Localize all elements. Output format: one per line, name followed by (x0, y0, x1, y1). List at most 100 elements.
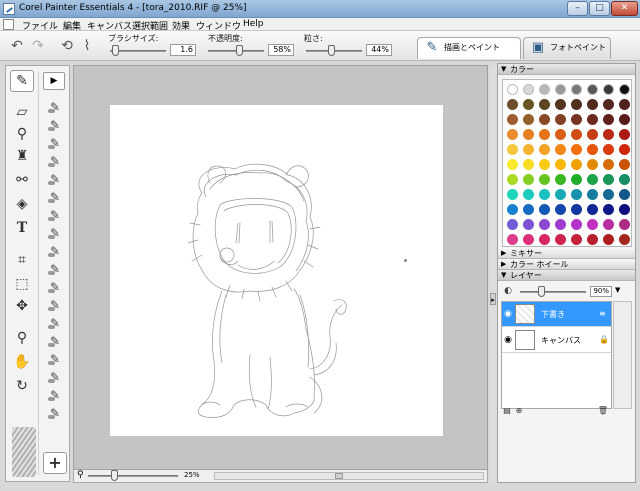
color-swatch[interactable] (555, 234, 566, 245)
color-swatch-grid[interactable] (502, 79, 632, 247)
color-swatch[interactable] (523, 159, 534, 170)
color-swatch[interactable] (507, 159, 518, 170)
opacity-thumb[interactable] (236, 45, 243, 56)
layer-opacity-thumb[interactable] (538, 286, 545, 297)
color-swatch[interactable] (603, 129, 614, 140)
color-swatch[interactable] (539, 204, 550, 215)
color-swatch[interactable] (603, 99, 614, 110)
color-swatch[interactable] (555, 99, 566, 110)
color-swatch[interactable] (539, 129, 550, 140)
color-swatch[interactable] (571, 159, 582, 170)
color-swatch[interactable] (523, 174, 534, 185)
color-swatch[interactable] (619, 174, 630, 185)
brush-variant-1[interactable]: ✎ (46, 100, 64, 114)
opacity-field[interactable]: 58% (268, 44, 294, 56)
crop-tool-icon[interactable]: ⌗ (11, 250, 33, 270)
brush-variant-6[interactable]: ✎ (46, 190, 64, 204)
paint-bucket-icon[interactable]: ◈ (11, 194, 33, 214)
color-swatch[interactable] (555, 129, 566, 140)
color-swatch[interactable] (587, 234, 598, 245)
color-swatch[interactable] (523, 99, 534, 110)
color-swatch[interactable] (555, 189, 566, 200)
color-swatch[interactable] (539, 114, 550, 125)
stamp-tool-icon[interactable]: ♜ (11, 146, 33, 166)
horizontal-scroll-thumb[interactable] (335, 473, 343, 479)
reset-brush-icon[interactable]: ⟲ (58, 37, 76, 55)
color-swatch[interactable] (571, 204, 582, 215)
redo-icon[interactable]: ↷ (29, 37, 47, 55)
color-swatch[interactable] (555, 84, 566, 95)
add-brush-button[interactable]: + (43, 452, 67, 474)
document-icon[interactable] (3, 19, 14, 30)
color-swatch[interactable] (603, 174, 614, 185)
brush-variant-16[interactable]: ✎ (46, 370, 64, 384)
zoom-thumb[interactable] (111, 470, 118, 481)
brush-variant-9[interactable]: ✎ (46, 244, 64, 258)
magnifier-icon[interactable]: ⚲ (11, 328, 33, 348)
color-swatch[interactable] (587, 174, 598, 185)
color-swatch[interactable] (587, 144, 598, 155)
color-swatch[interactable] (555, 114, 566, 125)
color-panel-header[interactable]: ▼ カラー (498, 64, 635, 75)
tab-photo-paint[interactable]: ▣ フォトペイント (523, 37, 611, 59)
brush-variant-3[interactable]: ✎ (46, 136, 64, 150)
minimize-button[interactable]: – (567, 1, 588, 16)
layer-options-icon[interactable]: ≡ (599, 309, 606, 318)
color-swatch[interactable] (539, 174, 550, 185)
brush-variant-7[interactable]: ✎ (46, 208, 64, 222)
color-swatch[interactable] (619, 129, 630, 140)
color-swatch[interactable] (619, 204, 630, 215)
brush-variant-18[interactable]: ✎ (46, 406, 64, 420)
color-swatch[interactable] (619, 114, 630, 125)
menu-help[interactable]: Help (243, 19, 264, 29)
splitter-arrow-icon[interactable]: ▸ (490, 293, 496, 305)
rect-select-icon[interactable]: ⬚ (11, 274, 33, 294)
color-swatch[interactable] (603, 144, 614, 155)
grain-field[interactable]: 44% (366, 44, 392, 56)
color-swatch[interactable] (507, 99, 518, 110)
brush-variant-8[interactable]: ✎ (46, 226, 64, 240)
brush-tool-icon[interactable]: ✎ (10, 70, 34, 92)
layer-properties-icon[interactable]: ▤ (501, 405, 513, 417)
brush-variant-4[interactable]: ✎ (46, 154, 64, 168)
color-swatch[interactable] (619, 144, 630, 155)
color-wheel-panel-header[interactable]: ▶ カラー ホイール (498, 259, 635, 270)
color-swatch[interactable] (555, 159, 566, 170)
document-window[interactable] (73, 65, 488, 470)
text-tool-icon[interactable]: T (11, 218, 33, 238)
color-swatch[interactable] (523, 129, 534, 140)
color-swatch[interactable] (507, 204, 518, 215)
lock-icon[interactable]: 🔒 (599, 335, 609, 344)
color-swatch[interactable] (555, 204, 566, 215)
drawing-canvas[interactable] (110, 105, 443, 436)
color-swatch[interactable] (555, 144, 566, 155)
brush-size-field[interactable]: 1.6 (170, 44, 196, 56)
eye-icon[interactable]: ◉ (503, 335, 513, 345)
close-button[interactable]: ✕ (611, 1, 638, 16)
color-swatch[interactable] (587, 129, 598, 140)
color-swatch[interactable] (603, 189, 614, 200)
color-swatch[interactable] (619, 84, 630, 95)
brush-variant-17[interactable]: ✎ (46, 388, 64, 402)
color-swatch[interactable] (603, 159, 614, 170)
undo-icon[interactable]: ↶ (8, 37, 26, 55)
color-swatch[interactable] (523, 189, 534, 200)
color-swatch[interactable] (619, 189, 630, 200)
color-swatch[interactable] (539, 234, 550, 245)
color-swatch[interactable] (603, 219, 614, 230)
color-swatch[interactable] (603, 84, 614, 95)
composite-method-icon[interactable]: ◐ (501, 285, 515, 297)
color-swatch[interactable] (523, 114, 534, 125)
tab-draw-paint[interactable]: ✎ 描画とペイント (417, 37, 521, 59)
brush-variant-14[interactable]: ✎ (46, 334, 64, 348)
layer-list-scrollbar[interactable] (613, 301, 632, 409)
dropdown-arrow-icon[interactable]: ▼ (615, 286, 620, 294)
color-swatch[interactable] (571, 99, 582, 110)
color-swatch[interactable] (587, 219, 598, 230)
grabber-hand-icon[interactable]: ✋ (11, 352, 33, 372)
color-swatch[interactable] (507, 144, 518, 155)
color-swatch[interactable] (523, 204, 534, 215)
new-layer-icon[interactable]: ⊕ (513, 405, 525, 417)
color-swatch[interactable] (571, 189, 582, 200)
brush-variant-12[interactable]: ✎ (46, 298, 64, 312)
